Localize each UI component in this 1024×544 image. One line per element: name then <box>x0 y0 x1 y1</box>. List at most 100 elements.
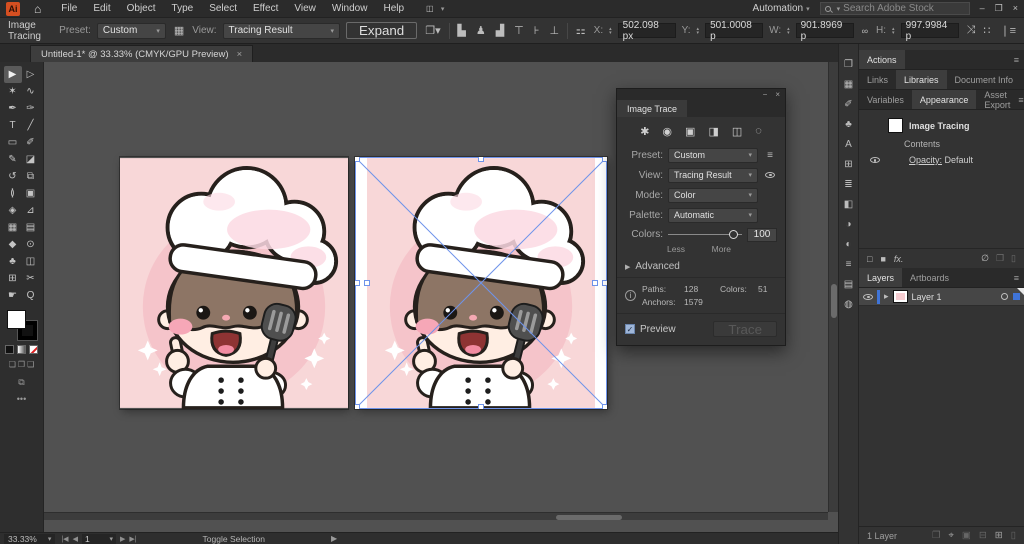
tool-free-transform[interactable]: ▣ <box>22 185 40 202</box>
menu-window[interactable]: Window <box>324 3 376 14</box>
fill-stroke-swatches[interactable] <box>6 310 38 341</box>
first-artboard-icon[interactable]: |◀ <box>61 535 68 543</box>
clear-appearance-icon[interactable]: ∅ <box>981 253 989 264</box>
trace-palette-select[interactable]: Automatic ▾ <box>668 207 758 223</box>
menu-view[interactable]: View <box>286 3 324 14</box>
tool-paintbrush[interactable]: ✐ <box>22 134 40 151</box>
appearance-opacity-row[interactable]: Opacity: Default <box>859 152 1024 168</box>
tab-close-icon[interactable]: × <box>237 49 243 60</box>
none-button[interactable] <box>29 345 38 354</box>
screen-mode-icon[interactable]: ⧉ <box>17 377 26 388</box>
w-stepper[interactable]: ▴ ▾ <box>787 26 790 35</box>
layer-visibility-eye-icon[interactable] <box>863 293 873 300</box>
add-stroke-icon[interactable]: □ <box>867 254 872 264</box>
h-stepper[interactable]: ▴ ▾ <box>892 26 895 35</box>
appearance-item-row[interactable]: Image Tracing <box>859 115 1024 136</box>
artboard-number-select[interactable]: 1 ▾ <box>81 533 116 544</box>
tool-width[interactable]: ≬ <box>4 185 22 202</box>
tool-perspective-grid[interactable]: ⊿ <box>22 202 40 219</box>
search-input[interactable]: ▾ Search Adobe Stock <box>819 2 970 15</box>
expand-button[interactable]: Expand <box>346 22 418 39</box>
layer-selection-indicator[interactable] <box>1013 293 1020 300</box>
make-mask-icon[interactable]: ▣ <box>962 530 971 541</box>
artboards-collapsed-icon[interactable]: ❐ <box>844 58 853 71</box>
new-layer-icon[interactable]: ⊞ <box>995 530 1003 541</box>
tab-variables[interactable]: Variables <box>859 90 912 109</box>
glyphs-collapsed-icon[interactable]: A <box>845 138 852 151</box>
transparency-collapsed-icon[interactable]: ◍ <box>844 298 853 311</box>
tab-appearance[interactable]: Appearance <box>911 90 977 109</box>
trace-view-select[interactable]: Tracing Result ▾ <box>668 167 758 183</box>
tool-pencil[interactable]: ✎ <box>4 151 22 168</box>
original-image[interactable] <box>118 156 350 410</box>
panel-minimize-icon[interactable]: − <box>763 90 768 99</box>
tab-links[interactable]: Links <box>859 70 896 89</box>
prev-artboard-icon[interactable]: ◀ <box>73 535 78 543</box>
draw-normal-icon[interactable]: ❏ <box>9 360 16 369</box>
tool-lasso[interactable]: ∿ <box>22 83 40 100</box>
y-stepper[interactable]: ▴ ▾ <box>697 26 700 35</box>
trace-mode-select[interactable]: Color ▾ <box>668 187 758 203</box>
canvas[interactable]: − × Image Trace ✱◉▣◨◫◌ Preset: Cust <box>44 62 838 532</box>
stroke-collapsed-icon[interactable]: ≡ <box>846 258 852 271</box>
reference-point-icon[interactable]: ⚏ <box>574 24 588 37</box>
trace-panel-toggle-icon[interactable]: ▦ <box>172 24 186 37</box>
layer-expand-icon[interactable]: ▸ <box>884 291 889 302</box>
x-stepper[interactable]: ▴ ▾ <box>609 26 612 35</box>
menu-effect[interactable]: Effect <box>245 3 286 14</box>
tool-selection[interactable]: ▶ <box>3 66 22 83</box>
colors-value-field[interactable]: 100 <box>747 227 777 242</box>
links-collapsed-icon[interactable]: ▦ <box>844 78 853 91</box>
layer-name[interactable]: Layer 1 <box>912 292 942 302</box>
panel-close-icon[interactable]: × <box>775 90 780 99</box>
workspace-dropdown[interactable]: Automation ▾ <box>753 3 810 14</box>
align-middle-icon[interactable]: ⊦ <box>532 24 542 37</box>
duplicate-item-icon[interactable]: ❐ <box>996 253 1004 264</box>
tool-mesh[interactable]: ▦ <box>4 219 22 236</box>
high-color-preset-icon[interactable]: ◉ <box>662 125 672 138</box>
image-trace-tab[interactable]: Image Trace <box>617 100 688 117</box>
trace-button[interactable]: Trace <box>713 321 777 337</box>
tool-pen[interactable]: ✒ <box>4 100 22 117</box>
w-field[interactable]: 901.8969 p <box>795 20 854 42</box>
x-field[interactable]: 502.098 px <box>617 20 676 42</box>
layer-thumbnail[interactable] <box>892 290 908 303</box>
tab-document-info[interactable]: Document Info <box>947 70 1022 89</box>
align-bottom-icon[interactable]: ⊥ <box>547 24 561 37</box>
next-artboard-icon[interactable]: ▶ <box>120 535 125 543</box>
constrain-proportions-icon[interactable]: ∞ <box>860 26 870 36</box>
align-right-icon[interactable]: ▟ <box>494 24 506 37</box>
advanced-disclosure[interactable]: ▶ Advanced <box>617 258 785 278</box>
align-center-icon[interactable]: ♟ <box>474 24 488 37</box>
arrange-documents-icon[interactable]: ∷ <box>983 24 990 37</box>
eye-icon[interactable] <box>869 157 880 163</box>
horizontal-scrollbar[interactable] <box>44 512 828 520</box>
menu-help[interactable]: Help <box>375 3 412 14</box>
delete-layer-icon[interactable]: ▯ <box>1011 530 1016 541</box>
selection-bounding-box[interactable] <box>355 157 607 409</box>
collect-for-export-icon[interactable]: ❐ <box>932 530 941 541</box>
gradient-collapsed-icon[interactable]: ▤ <box>844 278 853 291</box>
gradient-button[interactable] <box>17 345 26 354</box>
brushes-collapsed-icon[interactable]: ✐ <box>844 98 852 111</box>
appearance-contents-row[interactable]: Contents <box>859 136 1024 152</box>
preset-select[interactable]: Custom ▾ <box>96 22 166 39</box>
view-select[interactable]: Tracing Result ▾ <box>222 22 341 39</box>
tab-asset-export[interactable]: Asset Export <box>976 90 1018 110</box>
document-tab[interactable]: Untitled-1* @ 33.33% (CMYK/GPU Preview) … <box>30 45 254 62</box>
minimize-button[interactable]: – <box>980 3 985 14</box>
locate-object-icon[interactable]: ⌖ <box>948 530 953 541</box>
tool-eyedropper[interactable]: ◆ <box>4 236 22 253</box>
tab-layers[interactable]: Layers <box>859 268 903 287</box>
tool-symbol-sprayer[interactable]: ♣ <box>4 253 22 270</box>
tool-artboard[interactable]: ⊞ <box>4 270 22 287</box>
color-button[interactable] <box>5 345 14 354</box>
tool-direct-selection[interactable]: ▷ <box>22 66 40 83</box>
tool-eraser[interactable]: ◪ <box>22 151 40 168</box>
restore-button[interactable]: ❐ <box>995 3 1003 14</box>
tool-curvature[interactable]: ✑ <box>22 100 40 117</box>
last-artboard-icon[interactable]: ▶| <box>129 535 136 543</box>
tool-magic-wand[interactable]: ✶ <box>4 83 22 100</box>
menu-file[interactable]: File <box>53 3 85 14</box>
align-top-icon[interactable]: ⊤ <box>512 24 526 37</box>
